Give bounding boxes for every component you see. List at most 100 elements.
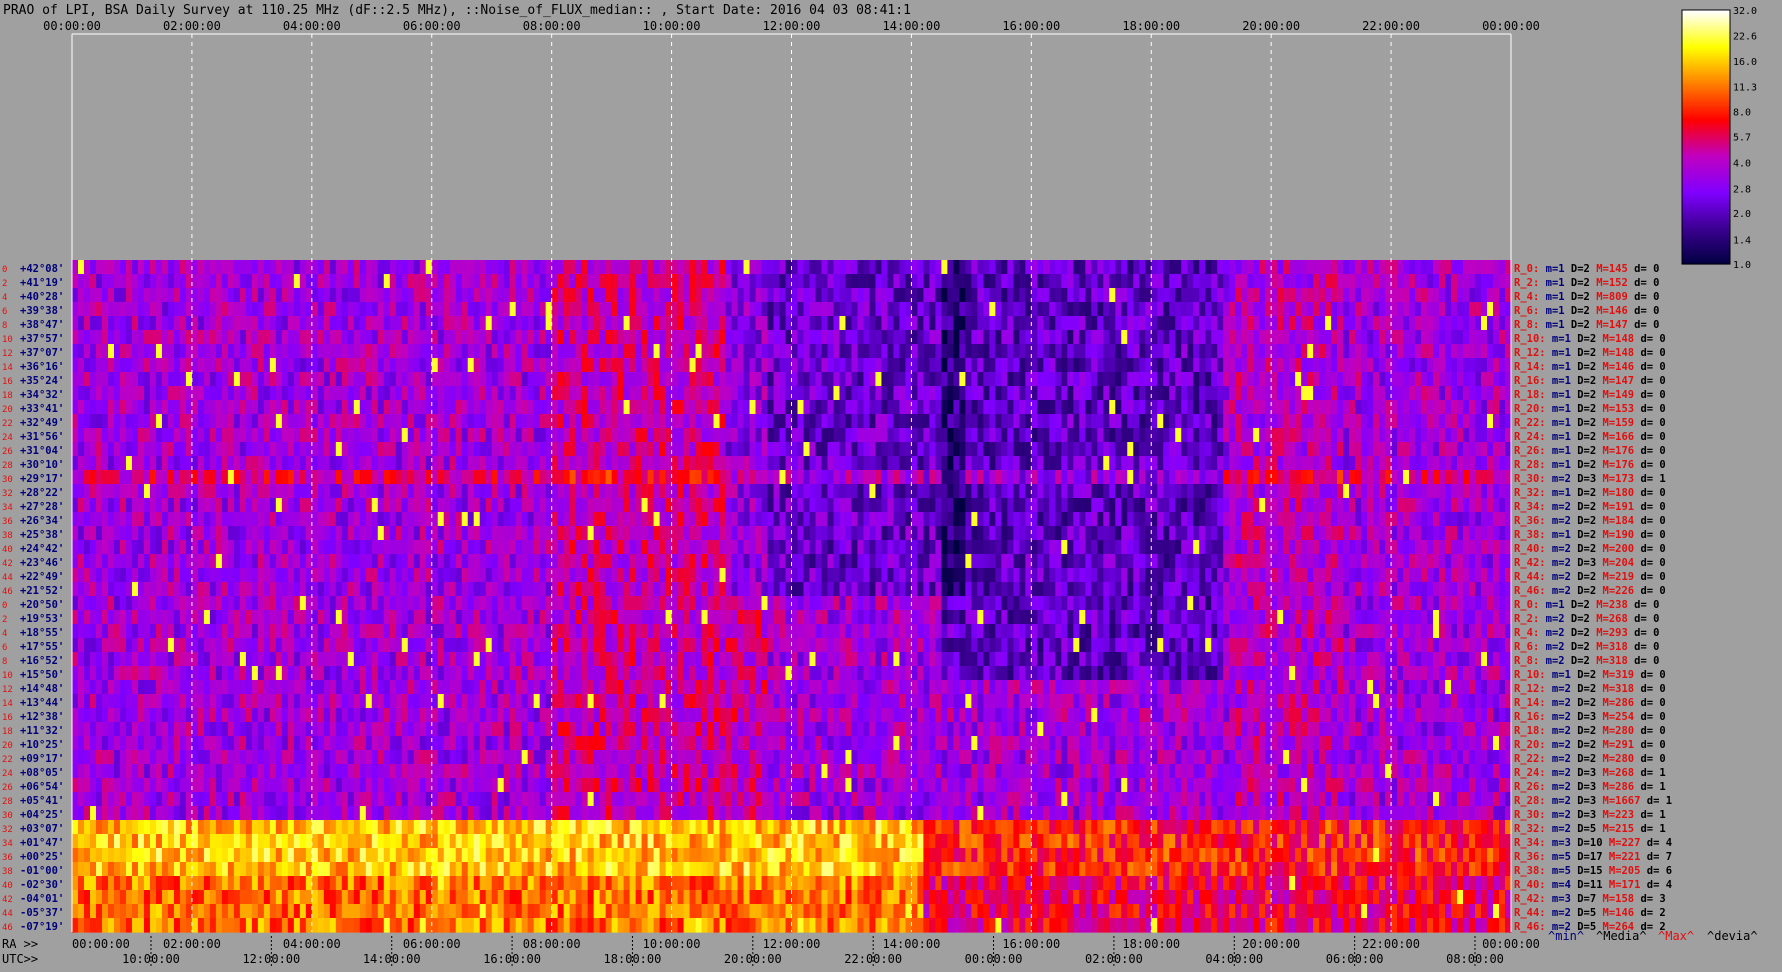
heatmap-cell — [977, 484, 984, 499]
heatmap-cell — [683, 470, 691, 485]
heatmap-cell — [137, 316, 145, 331]
heatmap-cell — [119, 526, 127, 541]
heatmap-cell — [263, 386, 271, 401]
heatmap-cell — [803, 344, 811, 359]
heatmap-cell — [149, 260, 157, 275]
heatmap-cell — [407, 358, 415, 373]
heatmap-cell — [1061, 316, 1068, 331]
heatmap-cell — [1043, 260, 1050, 275]
heatmap-cell — [1151, 274, 1158, 289]
heatmap-cell — [1487, 512, 1494, 527]
heatmap-cell — [143, 400, 151, 415]
heatmap-cell — [275, 288, 283, 303]
heatmap-cell — [101, 386, 109, 401]
heatmap-cell — [251, 274, 259, 289]
heatmap-cell — [72, 470, 79, 485]
heatmap-cell — [173, 386, 181, 401]
heatmap-cell — [839, 428, 847, 443]
heatmap-cell — [479, 428, 487, 443]
heatmap-cell — [791, 316, 799, 331]
heatmap-cell — [365, 400, 373, 415]
heatmap-cell — [473, 386, 481, 401]
heatmap-cell — [959, 316, 966, 331]
heatmap-cell — [527, 498, 535, 513]
heatmap-cell — [779, 288, 787, 303]
heatmap-cell — [1433, 470, 1440, 485]
heatmap-cell — [233, 414, 241, 429]
heatmap-cell — [1403, 512, 1410, 527]
heatmap-cell — [293, 512, 301, 527]
heatmap-cell — [1367, 344, 1374, 359]
heatmap-cell — [335, 540, 343, 555]
heatmap-cell — [701, 414, 709, 429]
heatmap-cell — [605, 470, 613, 485]
heatmap-cell — [623, 316, 631, 331]
heatmap-cell — [437, 484, 445, 499]
heatmap-cell — [713, 540, 721, 555]
heatmap-cell — [815, 470, 823, 485]
heatmap-cell — [431, 484, 439, 499]
heatmap-cell — [1127, 302, 1134, 317]
heatmap-cell — [257, 400, 265, 415]
heatmap-cell — [959, 484, 966, 499]
heatmap-cell — [233, 540, 241, 555]
heatmap-cell — [737, 330, 745, 345]
heatmap-cell — [1379, 470, 1386, 485]
heatmap-cell — [1217, 498, 1224, 513]
heatmap-cell — [959, 358, 966, 373]
heatmap-cell — [503, 456, 511, 471]
heatmap-cell — [257, 386, 265, 401]
heatmap-cell — [1199, 386, 1206, 401]
heatmap-cell — [227, 358, 235, 373]
heatmap-cell — [1331, 372, 1338, 387]
heatmap-cell — [863, 274, 871, 289]
heatmap-cell — [803, 372, 811, 387]
heatmap-cell — [149, 512, 157, 527]
heatmap-cell — [239, 414, 247, 429]
heatmap-cell — [1223, 330, 1230, 345]
heatmap-cell — [515, 330, 523, 345]
heatmap-cell — [329, 386, 337, 401]
heatmap-cell — [743, 358, 751, 373]
heatmap-cell — [1193, 316, 1200, 331]
heatmap-cell — [419, 484, 427, 499]
heatmap-cell — [599, 470, 607, 485]
heatmap-cell — [1403, 456, 1410, 471]
heatmap-cell — [449, 498, 457, 513]
heatmap-cell — [755, 442, 763, 457]
heatmap-cell — [695, 428, 703, 443]
heatmap-cell — [1121, 470, 1128, 485]
heatmap-cell — [101, 456, 109, 471]
heatmap-cell — [329, 498, 337, 513]
heatmap-cell — [1325, 386, 1332, 401]
heatmap-cell — [743, 526, 751, 541]
heatmap-cell — [1007, 330, 1014, 345]
heatmap-cell — [899, 330, 907, 345]
heatmap-cell — [78, 526, 85, 541]
heatmap-cell — [251, 484, 259, 499]
heatmap-cell — [743, 316, 751, 331]
heatmap-cell — [1277, 330, 1284, 345]
heatmap-cell — [125, 316, 133, 331]
heatmap-cell — [1013, 540, 1020, 555]
heatmap-cell — [95, 414, 103, 429]
heatmap-cell — [1073, 260, 1080, 275]
heatmap-cell — [845, 344, 853, 359]
heatmap-cell — [569, 414, 577, 429]
heatmap-cell — [503, 540, 511, 555]
heatmap-cell — [491, 400, 499, 415]
heatmap-cell — [431, 288, 439, 303]
heatmap-cell — [155, 400, 163, 415]
heatmap-cell — [1151, 358, 1158, 373]
heatmap-cell — [1199, 288, 1206, 303]
heatmap-cell — [623, 386, 631, 401]
heatmap-cell — [1085, 456, 1092, 471]
heatmap-cell — [467, 330, 475, 345]
heatmap-cell — [1127, 330, 1134, 345]
heatmap-cell — [1259, 302, 1266, 317]
heatmap-cell — [1355, 512, 1362, 527]
heatmap-cell — [659, 372, 667, 387]
heatmap-cell — [1409, 302, 1416, 317]
heatmap-cell — [941, 316, 948, 331]
heatmap-cell — [299, 288, 307, 303]
